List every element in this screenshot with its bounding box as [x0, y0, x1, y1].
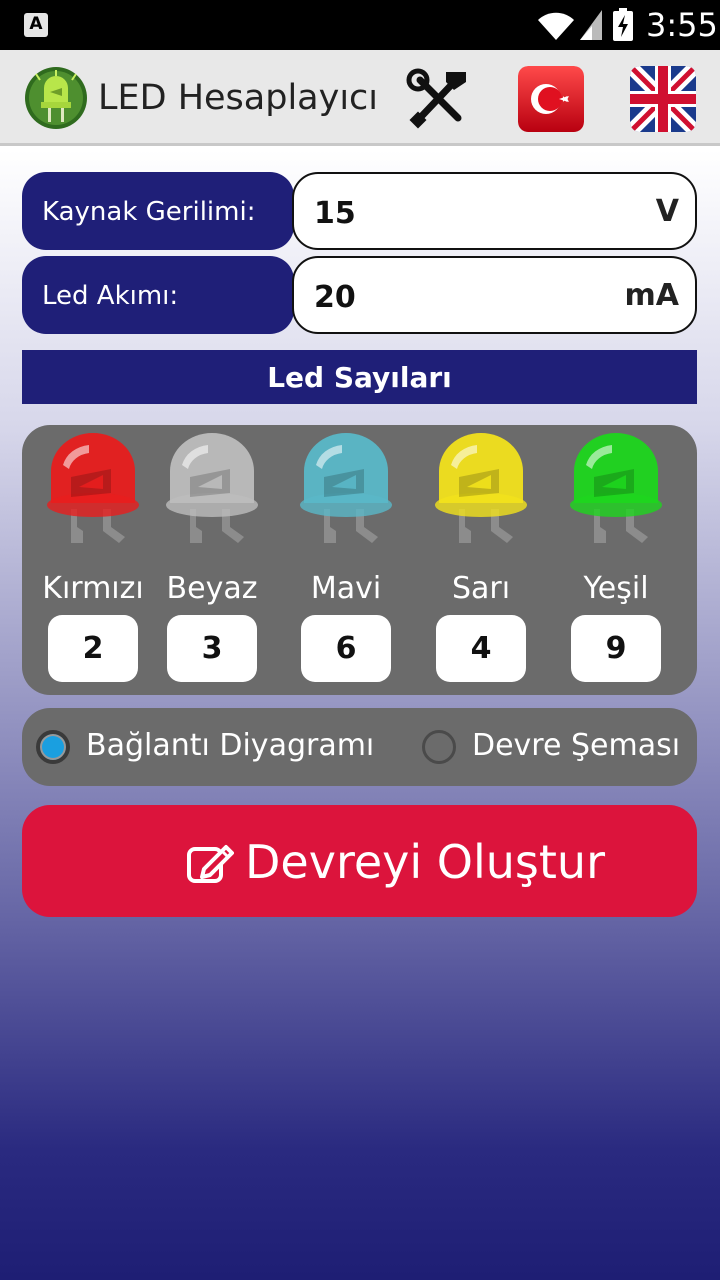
led-current-label: Led Akımı:	[22, 256, 294, 334]
led-count-white[interactable]: 3	[167, 615, 257, 682]
connection-diagram-radio[interactable]	[36, 730, 70, 764]
edit-icon	[187, 845, 234, 883]
source-voltage-input[interactable]: 15 V	[292, 172, 697, 250]
status-bar: A 3:55	[0, 0, 720, 50]
yellow-led-icon	[435, 433, 527, 543]
create-circuit-button[interactable]: Devreyi Oluştur	[22, 805, 697, 917]
led-counts-header: Led Sayıları	[22, 350, 697, 404]
green-led-icon	[570, 433, 662, 543]
led-name-red: Kırmızı	[42, 571, 144, 606]
connection-diagram-label[interactable]: Bağlantı Diyagramı	[86, 728, 374, 763]
led-name-blue: Mavi	[310, 571, 382, 606]
led-app-icon	[25, 67, 87, 129]
source-voltage-value: 15	[314, 196, 356, 231]
app-title: LED Hesaplayıcı	[98, 78, 379, 118]
output-mode-group: Bağlantı Diyagramı Devre Şeması	[22, 708, 697, 786]
uk-flag-icon[interactable]	[630, 66, 696, 132]
source-voltage-row: Kaynak Gerilimi: 15 V	[22, 172, 697, 250]
led-name-green: Yeşil	[583, 571, 649, 606]
led-count-green[interactable]: 9	[571, 615, 661, 682]
led-current-row: Led Akımı: 20 mA	[22, 256, 697, 334]
create-circuit-label: Devreyi Oluştur	[245, 835, 605, 889]
action-bar: LED Hesaplayıcı	[0, 50, 720, 146]
led-item-yellow: Sarı 4	[416, 425, 546, 695]
led-item-green: Yeşil 9	[551, 425, 681, 695]
led-current-unit: mA	[624, 278, 679, 313]
signal-icon	[580, 10, 602, 40]
led-current-input[interactable]: 20 mA	[292, 256, 697, 334]
wifi-icon	[538, 12, 574, 41]
led-item-white: Beyaz 3	[147, 425, 277, 695]
turkey-flag-icon[interactable]	[518, 66, 584, 132]
led-current-value: 20	[314, 280, 356, 315]
led-name-white: Beyaz	[166, 571, 258, 606]
battery-charging-icon	[613, 8, 633, 41]
red-led-icon	[47, 433, 139, 543]
circuit-schematic-label[interactable]: Devre Şeması	[472, 728, 680, 763]
led-count-red[interactable]: 2	[48, 615, 138, 682]
led-count-blue[interactable]: 6	[301, 615, 391, 682]
status-time: 3:55	[646, 6, 718, 44]
blue-led-icon	[300, 433, 392, 543]
notification-a-icon: A	[24, 13, 48, 37]
tools-icon[interactable]	[406, 68, 472, 130]
led-item-blue: Mavi 6	[281, 425, 411, 695]
led-item-red: Kırmızı 2	[28, 425, 158, 695]
led-count-yellow[interactable]: 4	[436, 615, 526, 682]
circuit-schematic-radio[interactable]	[422, 730, 456, 764]
led-panel: Kırmızı 2 Beyaz 3 Mavi 6 Sarı 4 Yeşil 9	[22, 425, 697, 695]
source-voltage-unit: V	[655, 194, 679, 229]
led-name-yellow: Sarı	[451, 571, 511, 606]
source-voltage-label: Kaynak Gerilimi:	[22, 172, 294, 250]
white-led-icon	[166, 433, 258, 543]
